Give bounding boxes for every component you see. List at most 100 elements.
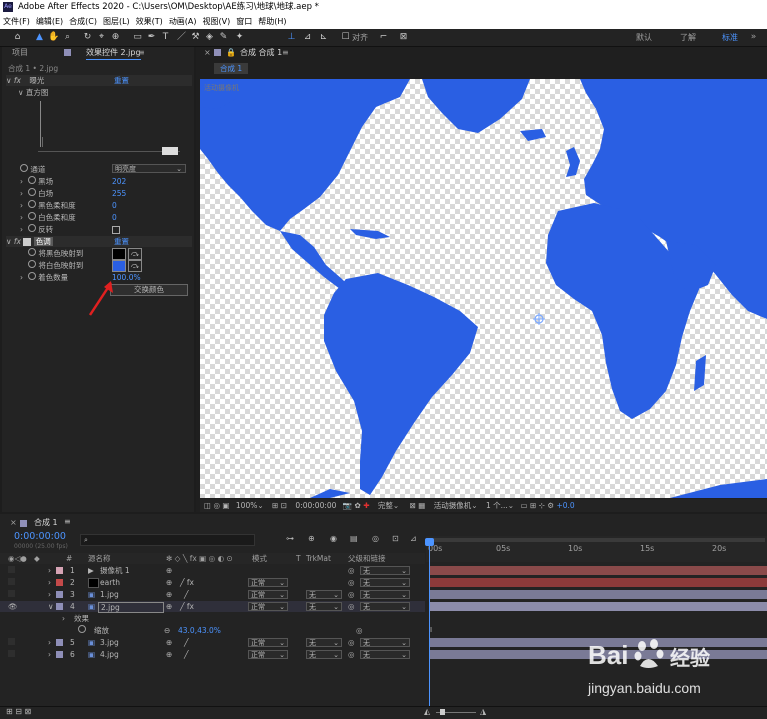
visibility-toggle[interactable] xyxy=(8,578,15,585)
zoom-tool-icon[interactable]: ⌕ xyxy=(62,31,73,43)
snap-icon[interactable]: ⌐ xyxy=(378,31,389,43)
visibility-toggle[interactable] xyxy=(8,590,15,597)
fx-icon[interactable]: fx xyxy=(14,237,21,246)
mode-dropdown[interactable]: 正常 ⌄ xyxy=(248,590,288,599)
parent-dropdown[interactable]: 无 ⌄ xyxy=(360,566,410,575)
layer-duration-bar[interactable] xyxy=(430,566,767,575)
mode-dropdown[interactable]: 正常 ⌄ xyxy=(248,650,288,659)
layer-row[interactable]: › 6 ▣ 4.jpg ⊕ ╱ 正常 ⌄ 无 ⌄ ◎ 无 ⌄ xyxy=(0,649,425,660)
map-white-swatch[interactable] xyxy=(112,260,126,272)
mode-dropdown[interactable]: 正常 ⌄ xyxy=(248,638,288,647)
timeline-icon[interactable]: ⊞ xyxy=(530,501,536,510)
pickwhip-icon[interactable]: ◎ xyxy=(348,637,355,648)
source-name-header[interactable]: 源名称 xyxy=(88,553,111,564)
work-area-bar[interactable] xyxy=(428,538,765,542)
layer-label-color[interactable] xyxy=(56,639,63,646)
stopwatch-icon[interactable] xyxy=(27,200,36,208)
panel-menu-icon[interactable]: ≡ xyxy=(282,47,289,59)
views-dropdown[interactable]: 1 个... xyxy=(486,501,508,510)
show-snapshot-icon[interactable]: ✿ xyxy=(355,501,361,510)
workspace-learn[interactable]: 了解 xyxy=(680,32,696,43)
shy-switch-icon[interactable]: ⊕ xyxy=(166,649,172,660)
stopwatch-icon[interactable] xyxy=(27,188,36,196)
trkmat-dropdown[interactable]: 无 ⌄ xyxy=(306,638,342,647)
subtab-composition[interactable]: 合成 1 xyxy=(214,63,249,74)
pickwhip-icon[interactable]: ◎ xyxy=(348,649,355,660)
layer-row[interactable]: › 3 ▣ 1.jpg ⊕ ╱ 正常 ⌄ 无 ⌄ ◎ 无 ⌄ xyxy=(0,589,425,600)
hand-tool-icon[interactable]: ✋ xyxy=(48,31,59,43)
reset-exposure-icon[interactable]: ⚙ xyxy=(547,501,554,510)
workspace-menu-icon[interactable]: » xyxy=(748,31,759,43)
layer-row[interactable]: › 5 ▣ 3.jpg ⊕ ╱ 正常 ⌄ 无 ⌄ ◎ 无 ⌄ xyxy=(0,637,425,648)
amount-to-tint-value[interactable]: 100.0% xyxy=(112,272,141,283)
chevron-down-icon[interactable]: ⌄ xyxy=(257,501,263,510)
layer-name[interactable]: earth xyxy=(100,577,120,588)
eyedropper-icon[interactable]: ⤼ xyxy=(128,260,142,272)
eraser-tool-icon[interactable]: ◈ xyxy=(204,31,215,43)
menu-help[interactable]: 帮助(H) xyxy=(255,14,289,29)
trkmat-dropdown[interactable]: 无 ⌄ xyxy=(306,650,342,659)
white-input-value[interactable]: 255 xyxy=(112,188,126,199)
quality-switch-icon[interactable]: ╱ xyxy=(184,637,189,648)
grid-icon[interactable]: ⊡ xyxy=(281,501,287,510)
quality-switch-icon[interactable]: ╱ fx xyxy=(180,601,194,612)
pickwhip-icon[interactable]: ◎ xyxy=(356,625,363,636)
snapshot-icon[interactable]: 📷 xyxy=(343,501,352,510)
reset-levels-link[interactable]: 重置 xyxy=(114,75,129,86)
menu-effect[interactable]: 效果(T) xyxy=(133,14,166,29)
search-input[interactable]: ⌕ xyxy=(80,534,255,546)
layer-name[interactable]: 3.jpg xyxy=(100,637,119,648)
quality-switch-icon[interactable]: ╱ xyxy=(184,649,189,660)
quality-switch-icon[interactable]: ╱ xyxy=(184,589,189,600)
shy-switch-icon[interactable]: ⊕ xyxy=(166,589,172,600)
menu-edit[interactable]: 编辑(E) xyxy=(33,14,66,29)
trkmat-dropdown[interactable]: 无 ⌄ xyxy=(306,602,342,611)
pickwhip-icon[interactable]: ◎ xyxy=(348,565,355,576)
mask-icon[interactable]: ▣ xyxy=(222,501,229,510)
tab-composition[interactable]: 合成 合成 1 xyxy=(240,47,282,59)
pickwhip-icon[interactable]: ◎ xyxy=(348,577,355,588)
playhead-handle[interactable] xyxy=(425,538,434,546)
workspace-standard[interactable]: 标准 xyxy=(722,32,738,43)
reset-tint-link[interactable]: 重置 xyxy=(114,236,129,247)
layer-duration-bar[interactable] xyxy=(430,578,767,587)
comp-marker-icon[interactable]: ⊿ xyxy=(410,534,417,543)
layer-label-color[interactable] xyxy=(56,591,63,598)
region-of-interest-icon[interactable]: ⊠ xyxy=(410,501,416,510)
viewer-timecode[interactable]: 0:00:00:00 xyxy=(295,501,336,510)
zoom-in-icon[interactable]: ◮ xyxy=(480,707,486,716)
world-axis-icon[interactable]: ⊿ xyxy=(302,31,313,43)
panel-menu-icon[interactable]: ≡ xyxy=(64,517,71,526)
keyframe-marker-icon[interactable]: I xyxy=(430,626,432,634)
puppet-tool-icon[interactable]: ✦ xyxy=(234,31,245,43)
safe-zones-icon[interactable]: ⊞ xyxy=(272,501,278,510)
pen-tool-icon[interactable]: ✒ xyxy=(146,31,157,43)
frame-blending-icon[interactable]: ▤ xyxy=(350,534,358,543)
layer-row[interactable]: › 1 ▶ 摄像机 1 ⊕ ◎ 无 ⌄ xyxy=(0,565,425,576)
rectangle-tool-icon[interactable]: ▭ xyxy=(132,31,143,43)
menu-file[interactable]: 文件(F) xyxy=(0,14,33,29)
eyedropper-icon[interactable]: ⤼ xyxy=(128,248,142,260)
layer-label-color[interactable] xyxy=(56,567,63,574)
fx-icon[interactable]: fx xyxy=(14,76,21,85)
menu-view[interactable]: 视图(V) xyxy=(200,14,234,29)
effect-levels-row[interactable]: ∨ fx 曝光 重置 xyxy=(6,75,192,86)
pickwhip-icon[interactable]: ◎ xyxy=(348,601,355,612)
layer-name[interactable]: 摄像机 1 xyxy=(100,565,130,576)
layer-duration-bar[interactable] xyxy=(430,590,767,599)
collapse-arrow-icon[interactable]: ∨ xyxy=(48,601,54,612)
shy-switch-icon[interactable]: ⊕ xyxy=(166,601,172,612)
layer-name[interactable]: 4.jpg xyxy=(100,649,119,660)
close-icon[interactable]: × xyxy=(10,518,17,527)
menu-animation[interactable]: 动画(A) xyxy=(166,14,200,29)
home-icon[interactable]: ⌂ xyxy=(12,31,23,43)
close-icon[interactable]: × xyxy=(204,47,211,59)
tab-effect-controls[interactable]: 效果控件 2.jpg xyxy=(86,47,141,60)
expand-arrow-icon[interactable]: › xyxy=(48,649,51,660)
layer-label-color[interactable] xyxy=(56,651,63,658)
chevron-down-icon[interactable]: ⌄ xyxy=(508,501,514,510)
black-input-value[interactable]: 202 xyxy=(112,176,126,187)
exposure-value[interactable]: +0.0 xyxy=(556,501,574,510)
view-axis-icon[interactable]: ⊾ xyxy=(318,31,329,43)
effects-group-row[interactable]: › 效果 xyxy=(0,613,425,624)
